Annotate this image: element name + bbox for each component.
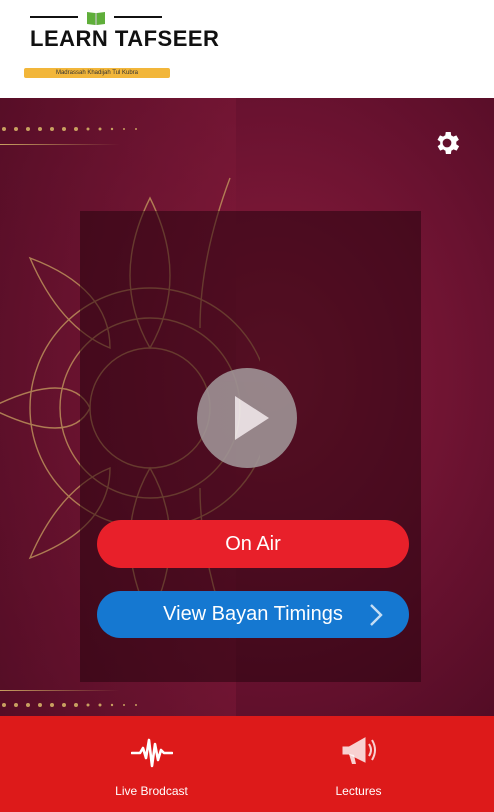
view-bayan-timings-button[interactable]: View Bayan Timings <box>97 591 409 638</box>
tab-lectures[interactable]: Lectures <box>235 716 482 812</box>
on-air-button[interactable]: On Air <box>97 520 409 568</box>
tab-lectures-label: Lectures <box>335 784 382 798</box>
play-icon <box>235 396 269 440</box>
view-bayan-timings-label: View Bayan Timings <box>163 603 343 625</box>
on-air-label: On Air <box>225 533 281 555</box>
play-button[interactable] <box>197 368 297 468</box>
gold-dots-bottom <box>2 703 137 707</box>
gold-line-bottom <box>0 690 120 691</box>
settings-button[interactable] <box>432 128 462 158</box>
logo-tagline: Madrassah Khadijah Tul Kubra <box>24 68 170 78</box>
waveform-icon <box>130 738 173 768</box>
app-header: LEARN TAFSEER Madrassah Khadijah Tul Kub… <box>0 0 494 98</box>
megaphone-icon <box>342 737 376 764</box>
book-icon <box>87 12 105 25</box>
logo-title: LEARN TAFSEER <box>30 26 220 51</box>
logo-line-left <box>30 16 78 18</box>
gear-icon <box>437 132 460 154</box>
learn-tafseer-logo: LEARN TAFSEER Madrassah Khadijah Tul Kub… <box>24 8 219 80</box>
logo-line-right <box>114 16 162 18</box>
gold-line-top <box>0 144 120 145</box>
chevron-right-icon <box>370 604 383 626</box>
bottom-tab-bar: Live Brodcast Lectures <box>0 716 494 812</box>
gold-dots-top <box>2 127 137 131</box>
player-area: On Air View Bayan Timings <box>0 98 494 716</box>
